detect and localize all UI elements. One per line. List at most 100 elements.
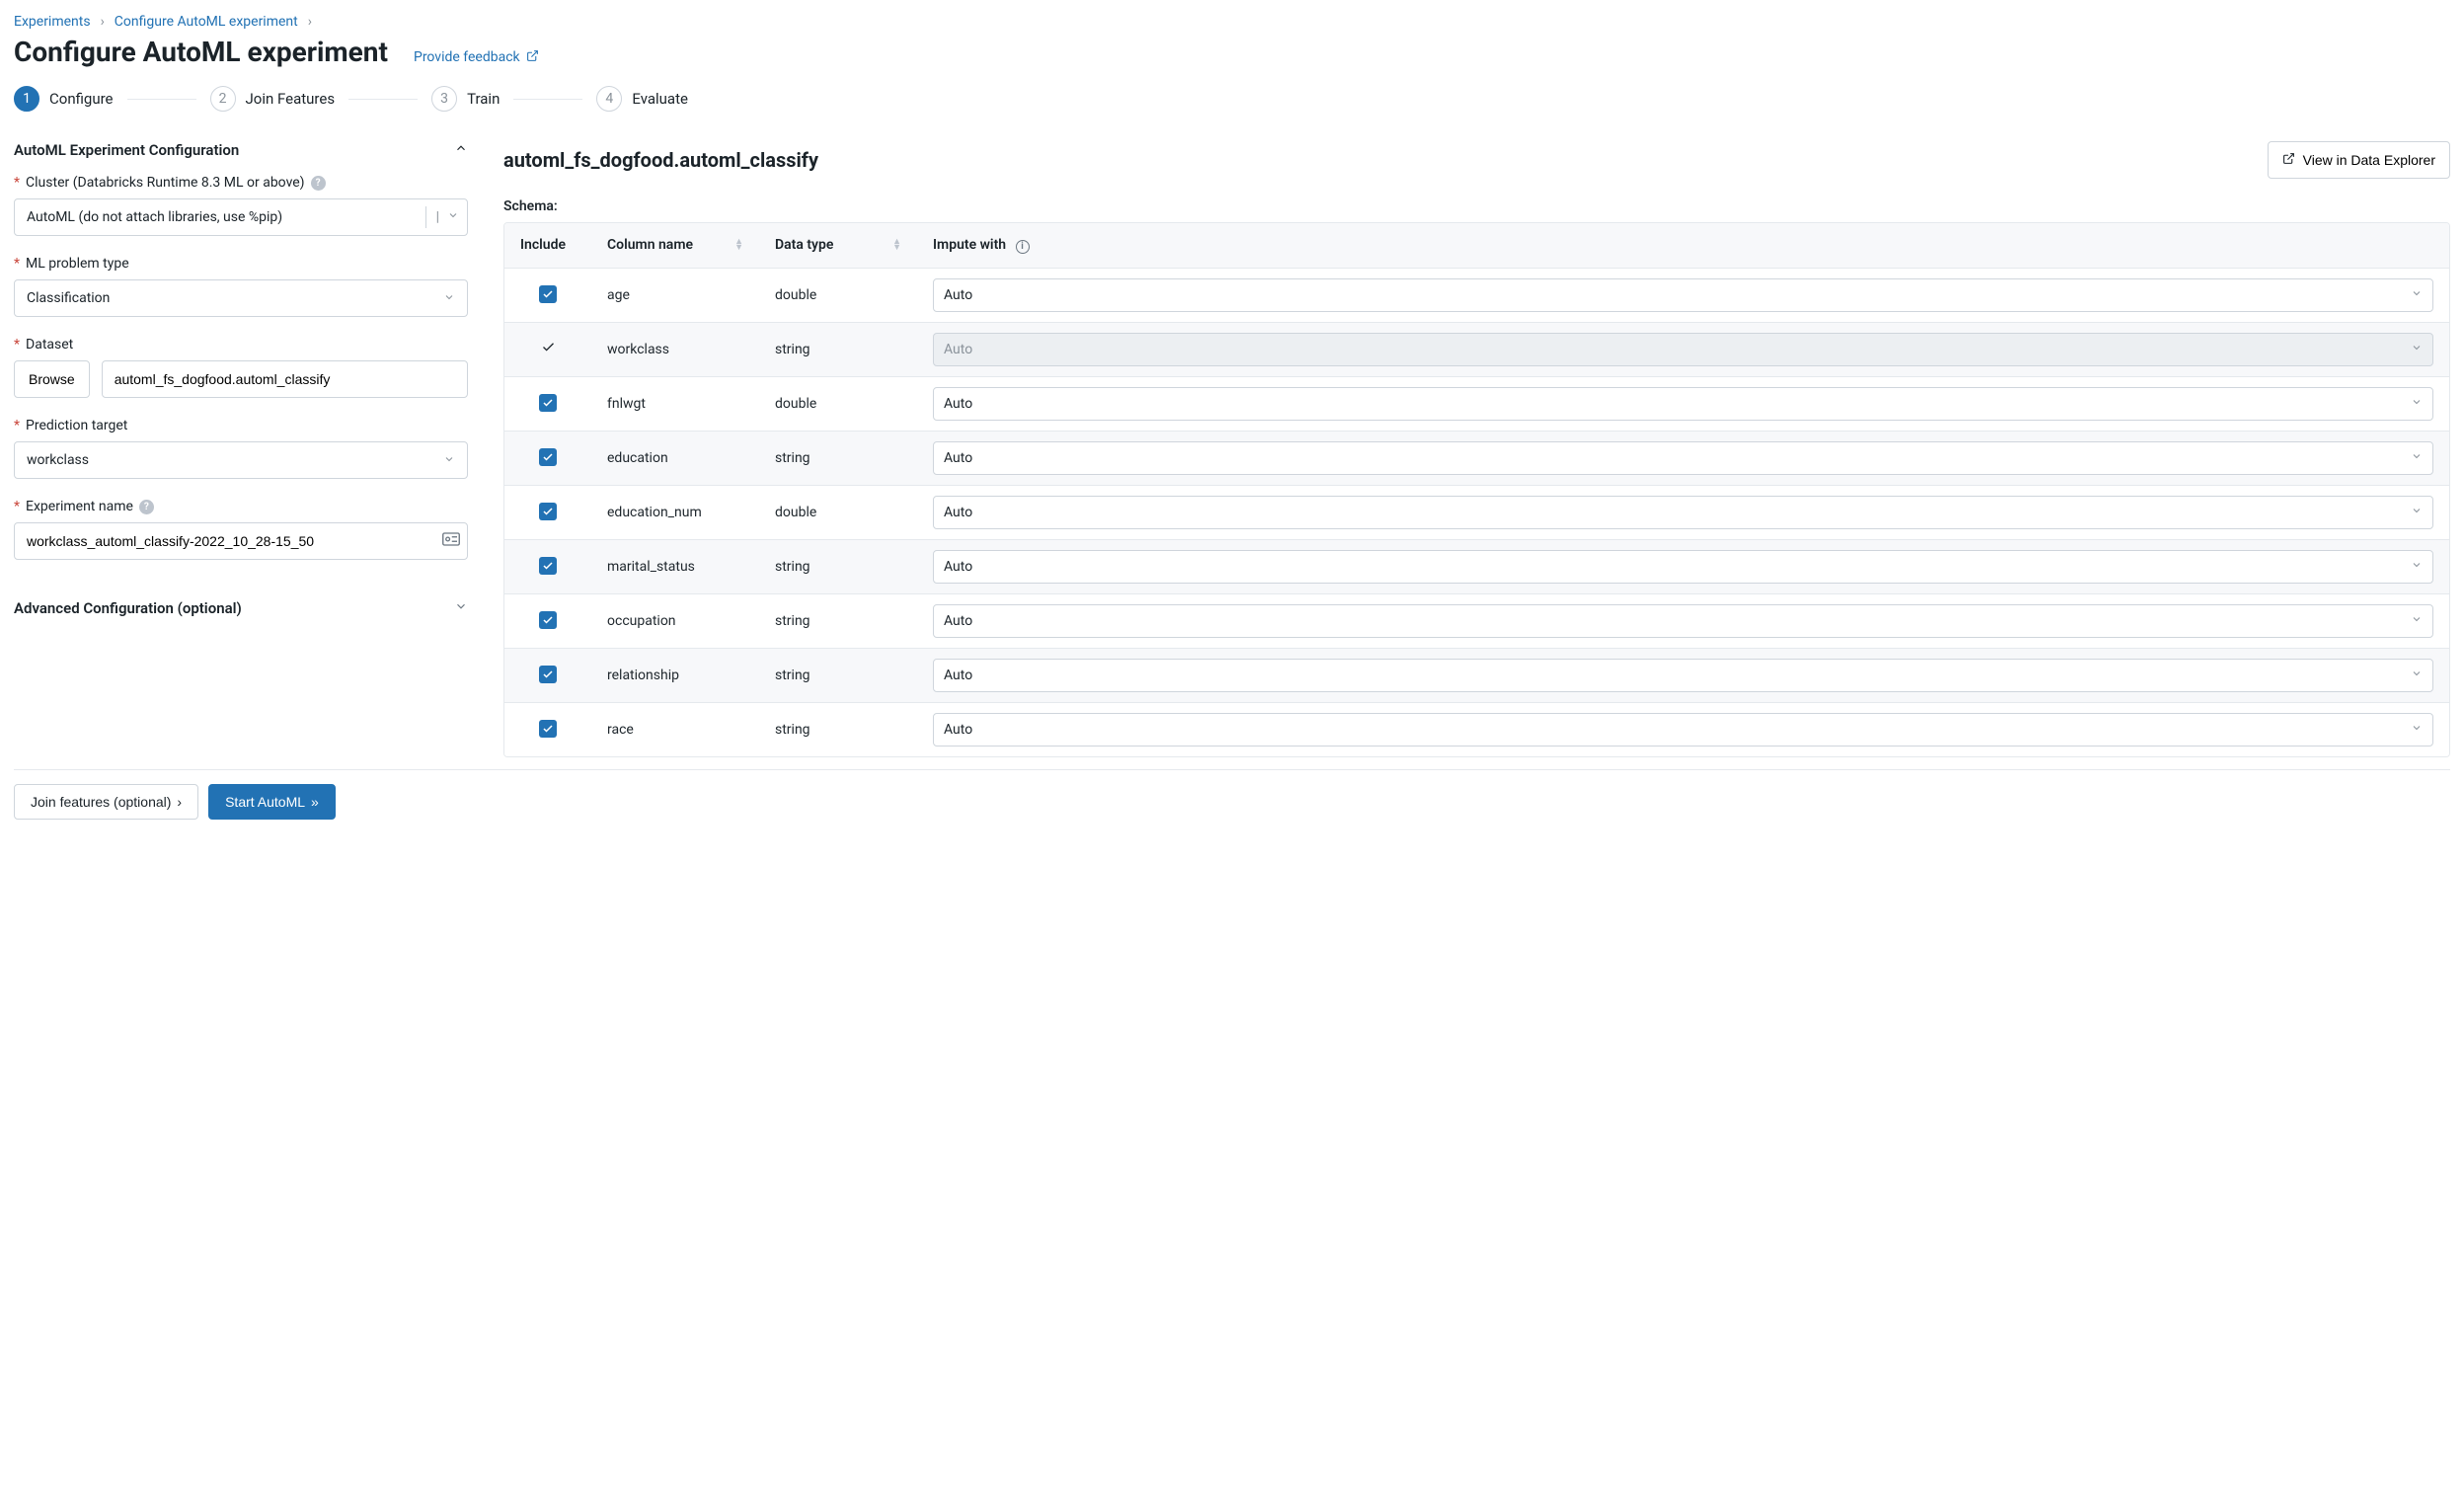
double-chevron-right-icon: »: [311, 794, 319, 810]
table-row: relationshipstringAuto: [504, 649, 2449, 703]
breadcrumb-root[interactable]: Experiments: [14, 14, 91, 30]
step-join-features[interactable]: 2 Join Features: [210, 86, 336, 112]
chevron-down-icon: [443, 291, 455, 306]
data-type-cell: double: [759, 486, 917, 540]
prediction-target-select[interactable]: workclass: [14, 441, 468, 479]
schema-label: Schema:: [503, 198, 2450, 214]
impute-value: Auto: [944, 613, 972, 629]
step-configure[interactable]: 1 Configure: [14, 86, 114, 112]
target-label: Prediction target: [26, 418, 127, 433]
target-value: workclass: [27, 452, 89, 468]
column-name-cell: fnlwgt: [591, 377, 759, 432]
impute-value: Auto: [944, 342, 972, 357]
table-row: education_numdoubleAuto: [504, 486, 2449, 540]
step-evaluate[interactable]: 4 Evaluate: [596, 86, 688, 112]
join-features-button[interactable]: Join features (optional) ›: [14, 784, 198, 820]
breadcrumb-current[interactable]: Configure AutoML experiment: [115, 14, 298, 30]
step-number-1: 1: [14, 86, 39, 112]
cluster-select[interactable]: AutoML (do not attach libraries, use %pi…: [14, 198, 468, 236]
config-panel: AutoML Experiment Configuration * Cluste…: [14, 141, 468, 617]
feedback-link-label: Provide feedback: [414, 49, 520, 65]
impute-select[interactable]: Auto: [933, 659, 2433, 692]
header-text: Column name: [607, 237, 693, 253]
experiment-name-input[interactable]: [14, 522, 468, 560]
impute-value: Auto: [944, 668, 972, 683]
stepper: 1 Configure 2 Join Features 3 Train 4 Ev…: [14, 86, 2450, 112]
start-automl-label: Start AutoML: [225, 794, 305, 810]
footer: Join features (optional) › Start AutoML …: [14, 769, 2450, 833]
collapse-icon[interactable]: [454, 141, 468, 159]
include-checkbox[interactable]: [539, 394, 557, 412]
table-row: occupationstringAuto: [504, 594, 2449, 649]
table-title: automl_fs_dogfood.automl_classify: [503, 148, 818, 172]
impute-value: Auto: [944, 287, 972, 303]
step-label: Evaluate: [632, 90, 688, 108]
view-in-data-explorer-button[interactable]: View in Data Explorer: [2268, 141, 2450, 179]
breadcrumb: Experiments › Configure AutoML experimen…: [14, 14, 2450, 30]
include-checkbox[interactable]: [539, 666, 557, 683]
col-header-data-type[interactable]: Data type ▲▼: [759, 223, 917, 269]
data-type-cell: string: [759, 649, 917, 703]
include-checkbox[interactable]: [539, 285, 557, 303]
col-header-column-name[interactable]: Column name ▲▼: [591, 223, 759, 269]
required-indicator: *: [14, 337, 20, 353]
external-link-icon: [526, 49, 539, 66]
dataset-label: Dataset: [26, 337, 73, 353]
impute-select[interactable]: Auto: [933, 496, 2433, 529]
provide-feedback-link[interactable]: Provide feedback: [414, 49, 539, 66]
problem-type-value: Classification: [27, 290, 110, 306]
data-type-cell: string: [759, 594, 917, 649]
column-name-cell: marital_status: [591, 540, 759, 594]
step-number-2: 2: [210, 86, 236, 112]
info-icon[interactable]: i: [1016, 240, 1030, 254]
explorer-btn-label: View in Data Explorer: [2303, 152, 2435, 168]
impute-value: Auto: [944, 450, 972, 466]
experiment-name-label: Experiment name: [26, 499, 133, 514]
chevron-down-icon: [2411, 396, 2423, 411]
chevron-down-icon: [443, 453, 455, 468]
include-checkbox[interactable]: [539, 611, 557, 629]
problem-type-select[interactable]: Classification: [14, 279, 468, 317]
data-type-cell: double: [759, 269, 917, 323]
impute-select: Auto: [933, 333, 2433, 366]
header-text: Data type: [775, 237, 833, 253]
impute-select[interactable]: Auto: [933, 441, 2433, 475]
header-text: Impute with: [933, 237, 1006, 253]
col-header-include: Include: [504, 223, 591, 269]
step-number-3: 3: [431, 86, 457, 112]
expand-icon[interactable]: [454, 599, 468, 617]
browse-button[interactable]: Browse: [14, 360, 90, 398]
cluster-value: AutoML (do not attach libraries, use %pi…: [27, 209, 282, 225]
include-checkbox[interactable]: [539, 557, 557, 575]
dataset-input[interactable]: [102, 360, 468, 398]
required-indicator: *: [14, 418, 20, 433]
col-header-impute: Impute with i: [917, 223, 2449, 269]
chevron-down-icon: [447, 209, 459, 225]
chevron-down-icon: [2411, 722, 2423, 737]
impute-select[interactable]: Auto: [933, 604, 2433, 638]
help-icon[interactable]: ?: [139, 500, 154, 514]
sort-icon: ▲▼: [734, 239, 743, 251]
schema-table: Include Column name ▲▼ Data type ▲▼ Impu…: [503, 222, 2450, 757]
include-checkbox[interactable]: [539, 720, 557, 738]
impute-select[interactable]: Auto: [933, 550, 2433, 584]
data-type-cell: string: [759, 540, 917, 594]
chevron-down-icon: [2411, 613, 2423, 628]
problem-type-label: ML problem type: [26, 256, 129, 272]
impute-select[interactable]: Auto: [933, 278, 2433, 312]
external-link-icon: [2282, 152, 2295, 168]
start-automl-button[interactable]: Start AutoML »: [208, 784, 336, 820]
sort-icon: ▲▼: [892, 239, 901, 251]
chevron-right-icon: ›: [101, 14, 105, 30]
step-label: Join Features: [246, 90, 336, 108]
config-section-title: AutoML Experiment Configuration: [14, 141, 239, 159]
include-checkbox[interactable]: [539, 448, 557, 466]
help-icon[interactable]: ?: [311, 176, 326, 191]
impute-select[interactable]: Auto: [933, 713, 2433, 746]
step-label: Configure: [49, 90, 114, 108]
step-train[interactable]: 3 Train: [431, 86, 500, 112]
include-checkbox[interactable]: [539, 503, 557, 520]
locked-check-icon: [541, 341, 556, 358]
impute-select[interactable]: Auto: [933, 387, 2433, 421]
data-type-cell: double: [759, 377, 917, 432]
